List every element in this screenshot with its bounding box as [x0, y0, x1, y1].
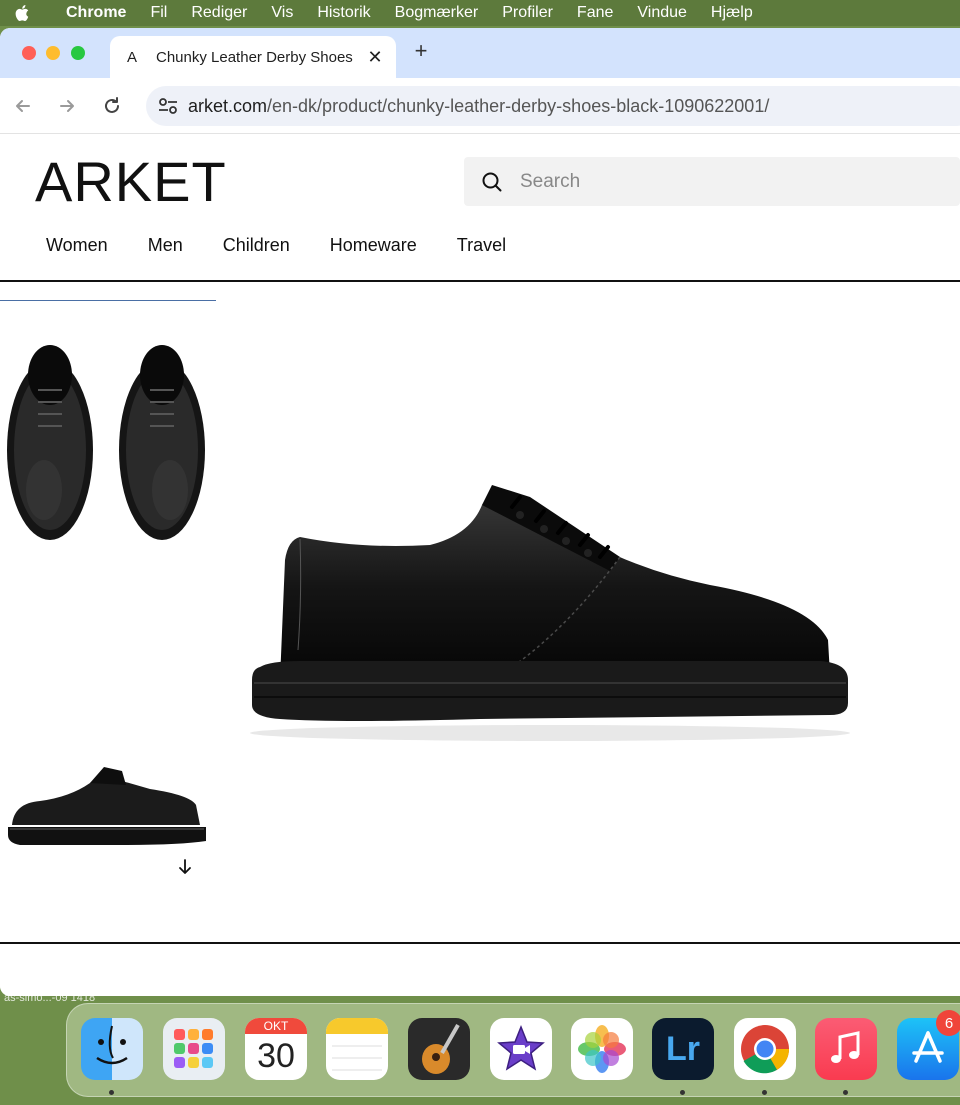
- nav-item-homeware[interactable]: Homeware: [330, 235, 417, 256]
- music-running-dot: [843, 1090, 848, 1095]
- address-bar[interactable]: arket.com/en-dk/product/chunky-leather-d…: [146, 86, 960, 126]
- finder-icon[interactable]: [81, 1018, 143, 1080]
- tab-strip: A Chunky Leather Derby Shoes ✕ +: [0, 28, 960, 78]
- imovie-icon[interactable]: [490, 1018, 552, 1080]
- active-tab[interactable]: A Chunky Leather Derby Shoes ✕: [110, 36, 396, 78]
- music-icon[interactable]: [815, 1018, 877, 1080]
- web-page: ARKET Women Men Children Homeware Travel: [0, 135, 960, 996]
- browser-window: A Chunky Leather Derby Shoes ✕ + arket.c…: [0, 28, 960, 996]
- menu-item-fane[interactable]: Fane: [577, 4, 613, 22]
- content-divider: [0, 942, 960, 944]
- product-thumbnail-top-view[interactable]: [0, 330, 216, 550]
- lightroom-icon[interactable]: Lr: [652, 1018, 714, 1080]
- lightroom-running-dot: [680, 1090, 685, 1095]
- site-settings-icon[interactable]: [148, 96, 188, 116]
- close-window-button[interactable]: [22, 46, 36, 60]
- header-divider: [0, 280, 960, 282]
- menu-item-profiler[interactable]: Profiler: [502, 4, 553, 22]
- tab-close-icon[interactable]: ✕: [362, 47, 388, 68]
- garageband-icon[interactable]: [408, 1018, 470, 1080]
- shoe-top-left: [7, 345, 93, 540]
- back-arrow-icon[interactable]: [11, 94, 35, 118]
- nav-item-women[interactable]: Women: [46, 235, 108, 256]
- calendar-month: OKT: [245, 1018, 307, 1034]
- menu-item-rediger[interactable]: Rediger: [191, 4, 247, 22]
- thumbnail-active-indicator: [0, 300, 216, 301]
- reload-icon[interactable]: [100, 94, 124, 118]
- search-box[interactable]: [464, 157, 960, 206]
- nav-item-travel[interactable]: Travel: [457, 235, 506, 256]
- search-input[interactable]: [520, 170, 920, 193]
- product-main-image[interactable]: [240, 475, 860, 765]
- nav-item-men[interactable]: Men: [148, 235, 183, 256]
- tab-title: Chunky Leather Derby Shoes: [156, 48, 353, 66]
- desktop-file-label[interactable]: as-simo...-09 1418: [4, 992, 95, 1004]
- launchpad-icon[interactable]: [163, 1018, 225, 1080]
- calendar-icon[interactable]: OKT 30: [245, 1018, 307, 1080]
- minimize-window-button[interactable]: [46, 46, 60, 60]
- finder-running-dot: [109, 1090, 114, 1095]
- chrome-icon[interactable]: [734, 1018, 796, 1080]
- appstore-badge: 6: [936, 1010, 960, 1036]
- menu-app-name[interactable]: Chrome: [66, 4, 126, 22]
- menu-item-bogmaerker[interactable]: Bogmærker: [395, 4, 479, 22]
- menu-item-vindue[interactable]: Vindue: [637, 4, 687, 22]
- arket-logo[interactable]: ARKET: [35, 149, 227, 214]
- apple-menu-icon[interactable]: [0, 0, 46, 26]
- notes-icon[interactable]: [326, 1018, 388, 1080]
- chrome-running-dot: [762, 1090, 767, 1095]
- browser-toolbar: arket.com/en-dk/product/chunky-leather-d…: [0, 78, 960, 134]
- main-nav: Women Men Children Homeware Travel: [46, 235, 546, 256]
- menu-item-vis[interactable]: Vis: [271, 4, 293, 22]
- scroll-down-arrow-icon[interactable]: [176, 857, 194, 877]
- search-icon: [464, 171, 520, 193]
- calendar-day: 30: [257, 1037, 295, 1075]
- menu-item-historik[interactable]: Historik: [317, 4, 370, 22]
- photos-icon[interactable]: [571, 1018, 633, 1080]
- url-path: /en-dk/product/chunky-leather-derby-shoe…: [267, 95, 770, 116]
- macos-dock: OKT 30 Lr: [66, 1003, 960, 1097]
- tab-favicon-icon: A: [126, 48, 137, 66]
- new-tab-button[interactable]: +: [408, 38, 434, 64]
- zoom-window-button[interactable]: [71, 46, 85, 60]
- menu-item-fil[interactable]: Fil: [150, 4, 167, 22]
- macos-menu-bar: Chrome Fil Rediger Vis Historik Bogmærke…: [0, 0, 960, 26]
- url-text[interactable]: arket.com/en-dk/product/chunky-leather-d…: [188, 96, 769, 117]
- shoe-top-right: [119, 345, 205, 540]
- url-host: arket.com: [188, 95, 268, 116]
- product-thumbnail-side-view[interactable]: [0, 745, 216, 870]
- nav-item-children[interactable]: Children: [223, 235, 290, 256]
- forward-arrow-icon[interactable]: [55, 94, 79, 118]
- menu-item-hjaelp[interactable]: Hjælp: [711, 4, 753, 22]
